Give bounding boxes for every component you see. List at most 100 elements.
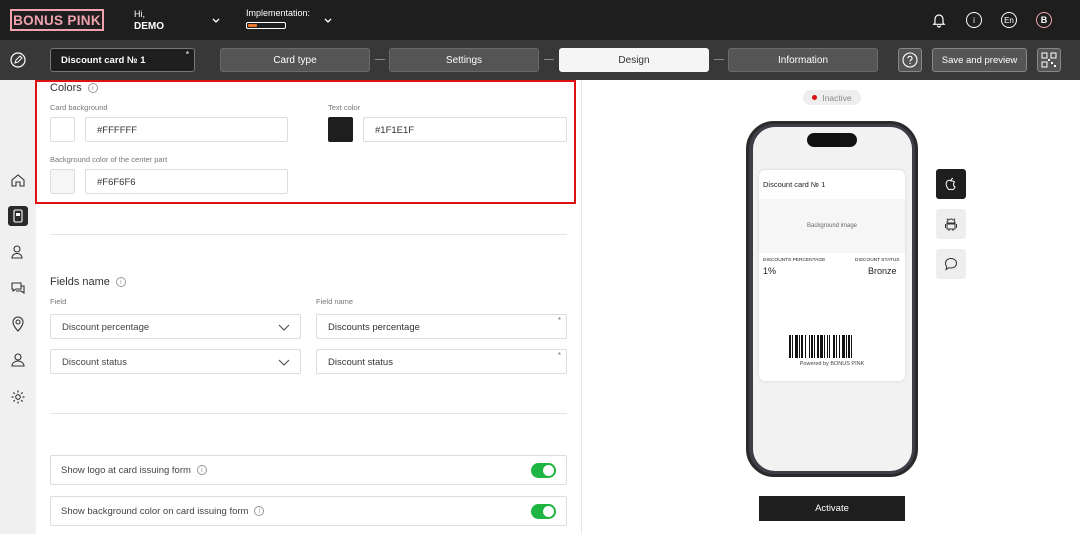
barcode-bar (836, 335, 837, 358)
logo[interactable]: BONUS PINK (10, 9, 104, 31)
barcode-bar (799, 335, 800, 358)
field-name-input[interactable]: Discounts percentage * (316, 314, 567, 339)
tab-information[interactable]: Information (728, 48, 878, 72)
barcode-bar (805, 335, 806, 358)
card-background-image: Background image (759, 199, 905, 253)
card-background-swatch[interactable] (50, 117, 75, 142)
card-icon[interactable] (8, 206, 28, 226)
required-mark: * (185, 50, 189, 59)
barcode-bar (792, 335, 793, 358)
chevron-down-icon[interactable] (210, 14, 222, 26)
avatar[interactable]: B (1036, 12, 1052, 28)
info-icon[interactable]: i (966, 12, 982, 28)
language-switch[interactable]: En (1001, 12, 1017, 28)
account-greeting[interactable]: Hi, DEMO (134, 8, 164, 33)
status-badge: Inactive (803, 90, 861, 105)
required-mark: * (557, 351, 561, 360)
info-icon[interactable]: i (254, 506, 265, 517)
qr-button[interactable] (1037, 48, 1061, 72)
card-preview-title: Discount card № 1 (763, 180, 826, 189)
account-name: DEMO (134, 21, 164, 32)
barcode-bar (839, 335, 840, 358)
center-bg-swatch[interactable] (50, 169, 75, 194)
barcode-bar (851, 335, 852, 358)
barcode-bar (795, 335, 798, 358)
message-platform-button[interactable] (936, 249, 966, 279)
status-dot (812, 95, 818, 100)
divider (50, 413, 567, 414)
qr-code-icon (1041, 52, 1057, 68)
help-button[interactable] (898, 48, 922, 72)
toggle-row: Show background color on card issuing fo… (50, 496, 567, 526)
info-icon[interactable]: i (87, 83, 98, 94)
text-color-swatch[interactable] (328, 117, 353, 142)
android-icon (945, 218, 957, 231)
center-bg-input[interactable]: #F6F6F6 (85, 169, 288, 194)
step-separator (544, 59, 554, 60)
field-select[interactable]: Discount percentage (50, 314, 301, 339)
card-field2-value: Bronze (868, 266, 897, 276)
field-column-label: Field (50, 297, 67, 306)
barcode (789, 335, 852, 358)
field-select[interactable]: Discount status (50, 349, 301, 374)
android-platform-button[interactable] (936, 209, 966, 239)
select-value: Discount percentage (62, 322, 150, 333)
barcode-bar (846, 335, 847, 358)
card-background-input[interactable]: #FFFFFF (85, 117, 288, 142)
powered-by-text: Powered by BONUS PINK (799, 361, 865, 367)
required-mark: * (557, 316, 561, 325)
card-name-input[interactable]: Discount card № 1 * (50, 48, 195, 72)
barcode-bar (842, 335, 845, 358)
input-value: Discount status (328, 357, 393, 368)
apple-platform-button[interactable] (936, 169, 966, 199)
info-icon[interactable]: i (196, 465, 207, 476)
toggle-row: Show logo at card issuing form i (50, 455, 567, 485)
chevron-down-icon (278, 324, 290, 331)
toggle-label: Show logo at card issuing form (61, 465, 191, 476)
gear-icon[interactable] (8, 387, 28, 407)
barcode-bar (801, 335, 803, 358)
info-icon[interactable]: i (115, 277, 126, 288)
chat-icon (944, 257, 958, 271)
text-color-label: Text color (328, 103, 361, 112)
barcode-bar (848, 335, 850, 358)
colors-section: Colors i (50, 82, 98, 94)
activate-button[interactable]: Activate (759, 496, 905, 521)
chevron-down-icon (278, 359, 290, 366)
barcode-bar (809, 335, 810, 358)
section-title: Colors (50, 82, 82, 94)
barcode-bar (817, 335, 819, 358)
progress-fill (248, 24, 257, 27)
show-logo-toggle[interactable] (531, 463, 556, 478)
divider (50, 234, 567, 235)
barcode-bar (811, 335, 813, 358)
barcode-bar (814, 335, 815, 358)
home-icon[interactable] (8, 170, 28, 190)
toggle-label: Show background color on card issuing fo… (61, 506, 249, 517)
text-color-input[interactable]: #1F1E1F (363, 117, 567, 142)
tab-design[interactable]: Design (559, 48, 709, 72)
select-value: Discount status (62, 357, 127, 368)
barcode-bar (829, 335, 830, 358)
apple-icon (945, 177, 956, 191)
clients-icon[interactable] (8, 242, 28, 262)
greeting-text: Hi, (134, 9, 145, 19)
card-field2-label: DISCOUNT STATUS (855, 258, 900, 263)
barcode-bar (833, 335, 835, 358)
chevron-down-icon[interactable] (322, 14, 334, 26)
tab-settings[interactable]: Settings (389, 48, 539, 72)
messages-icon[interactable] (8, 278, 28, 298)
users-icon[interactable] (8, 350, 28, 370)
step-separator (375, 59, 385, 60)
bell-icon[interactable] (931, 12, 947, 28)
sidebar (0, 80, 36, 534)
save-preview-button[interactable]: Save and preview (932, 48, 1027, 72)
tab-card-type[interactable]: Card type (220, 48, 370, 72)
field-name-input[interactable]: Discount status * (316, 349, 567, 374)
card-field1-value: 1% (763, 266, 777, 276)
show-bg-color-toggle[interactable] (531, 504, 556, 519)
edit-icon[interactable] (10, 52, 26, 68)
center-bg-label: Background color of the center part (50, 155, 168, 164)
location-icon[interactable] (8, 314, 28, 334)
card-background-label: Card background (50, 103, 108, 112)
